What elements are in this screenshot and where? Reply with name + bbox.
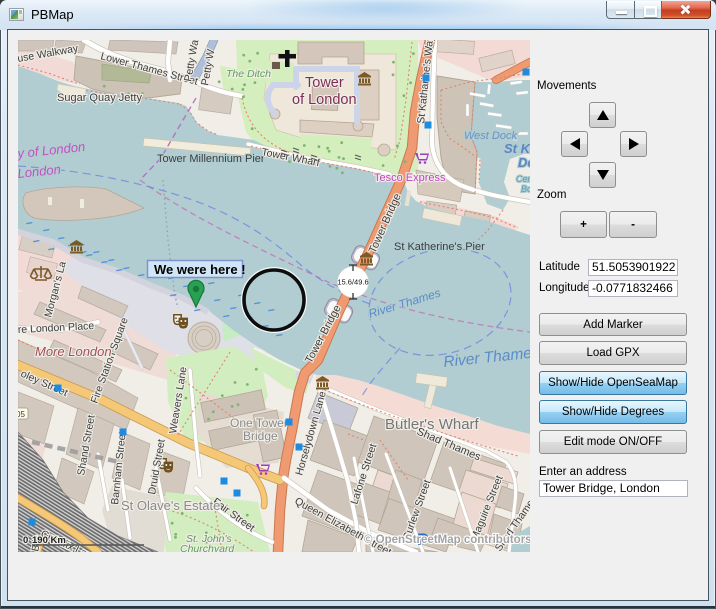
svg-text:Do: Do — [518, 155, 530, 170]
svg-text:© OpenStreetMap contributors: © OpenStreetMap contributors — [364, 534, 530, 546]
svg-text:Tesco Express: Tesco Express — [374, 172, 446, 184]
svg-text:More London: More London — [35, 344, 112, 359]
svg-text:St Olave's Estate: St Olave's Estate — [121, 498, 220, 513]
svg-text:One Tower: One Tower — [230, 416, 288, 430]
svg-text:0: 0 — [23, 535, 28, 546]
svg-text:of London: of London — [292, 92, 357, 108]
svg-text:05: 05 — [18, 410, 25, 419]
svg-text:The Ditch: The Ditch — [226, 68, 271, 80]
svg-text:Tower: Tower — [305, 75, 344, 91]
svg-text:Bo: Bo — [521, 184, 530, 194]
svg-text:Tower Millennium Pier: Tower Millennium Pier — [157, 153, 265, 165]
svg-text:St Katherine's Pier: St Katherine's Pier — [394, 241, 485, 253]
svg-text:St Kat: St Kat — [504, 141, 530, 156]
svg-text:Cent: Cent — [516, 174, 530, 184]
svg-text:Sugar Quay Jetty: Sugar Quay Jetty — [57, 92, 142, 104]
svg-text:Churchyard: Churchyard — [180, 543, 235, 552]
svg-text:15.6/49.6: 15.6/49.6 — [337, 278, 368, 287]
svg-text:Bridge: Bridge — [243, 429, 278, 443]
svg-text:We were here !: We were here ! — [154, 262, 246, 277]
